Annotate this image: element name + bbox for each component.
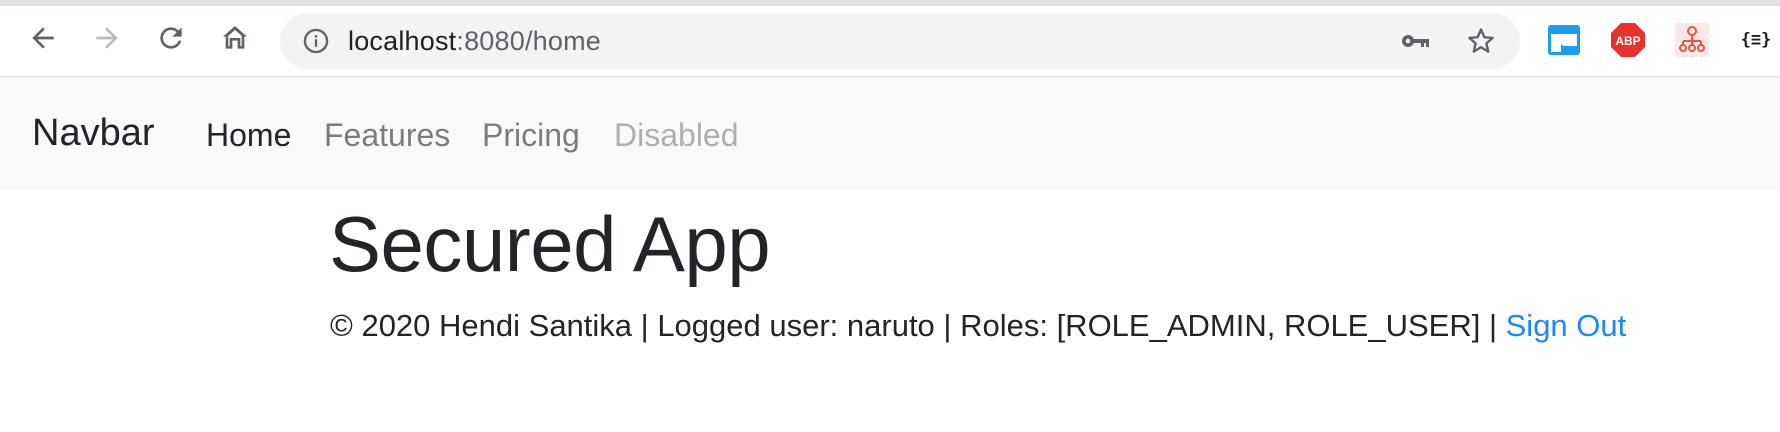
- url-path: :8080/home: [456, 26, 601, 56]
- forward-button[interactable]: [87, 18, 127, 58]
- home-icon: [223, 26, 247, 49]
- nav-link-disabled: Disabled: [614, 117, 739, 153]
- nav-link-pricing[interactable]: Pricing: [482, 77, 580, 190]
- forward-arrow-icon: [96, 27, 118, 49]
- bookmark-star-icon[interactable]: [1465, 25, 1497, 57]
- home-button[interactable]: [215, 18, 255, 58]
- footer-text: © 2020 Hendi Santika | Logged user: naru…: [330, 308, 1506, 343]
- navbar: Navbar Home Features Pricing Disabled: [0, 77, 1780, 190]
- network-extension-icon: [1675, 23, 1709, 57]
- svg-text:ABP: ABP: [1615, 34, 1640, 48]
- page-title: Secured App: [329, 200, 771, 288]
- network-extension-button[interactable]: [1674, 22, 1710, 58]
- adblock-plus-button[interactable]: ABP: [1610, 22, 1646, 58]
- browser-toolbar: localhost:8080/home ABP {≡}: [0, 6, 1780, 77]
- json-formatter-icon: {≡}: [1740, 30, 1772, 50]
- key-icon[interactable]: [1400, 27, 1432, 55]
- url-text[interactable]: localhost:8080/home: [348, 13, 601, 69]
- window-extension-icon: [1548, 25, 1580, 55]
- site-info-icon[interactable]: [302, 27, 330, 55]
- address-bar[interactable]: localhost:8080/home: [280, 13, 1520, 69]
- reload-button[interactable]: [151, 18, 191, 58]
- back-arrow-icon: [32, 27, 54, 49]
- navbar-brand[interactable]: Navbar: [32, 77, 155, 190]
- back-button[interactable]: [23, 18, 63, 58]
- footer-info: © 2020 Hendi Santika | Logged user: naru…: [330, 306, 1626, 346]
- sign-out-link[interactable]: Sign Out: [1506, 308, 1627, 343]
- adblock-plus-icon: ABP: [1611, 23, 1645, 57]
- url-host: localhost: [348, 26, 457, 56]
- reload-icon: [160, 27, 182, 49]
- nav-link-features[interactable]: Features: [324, 77, 450, 190]
- json-formatter-button[interactable]: {≡}: [1736, 22, 1776, 58]
- window-extension-button[interactable]: [1546, 22, 1582, 58]
- nav-link-home[interactable]: Home: [206, 77, 291, 190]
